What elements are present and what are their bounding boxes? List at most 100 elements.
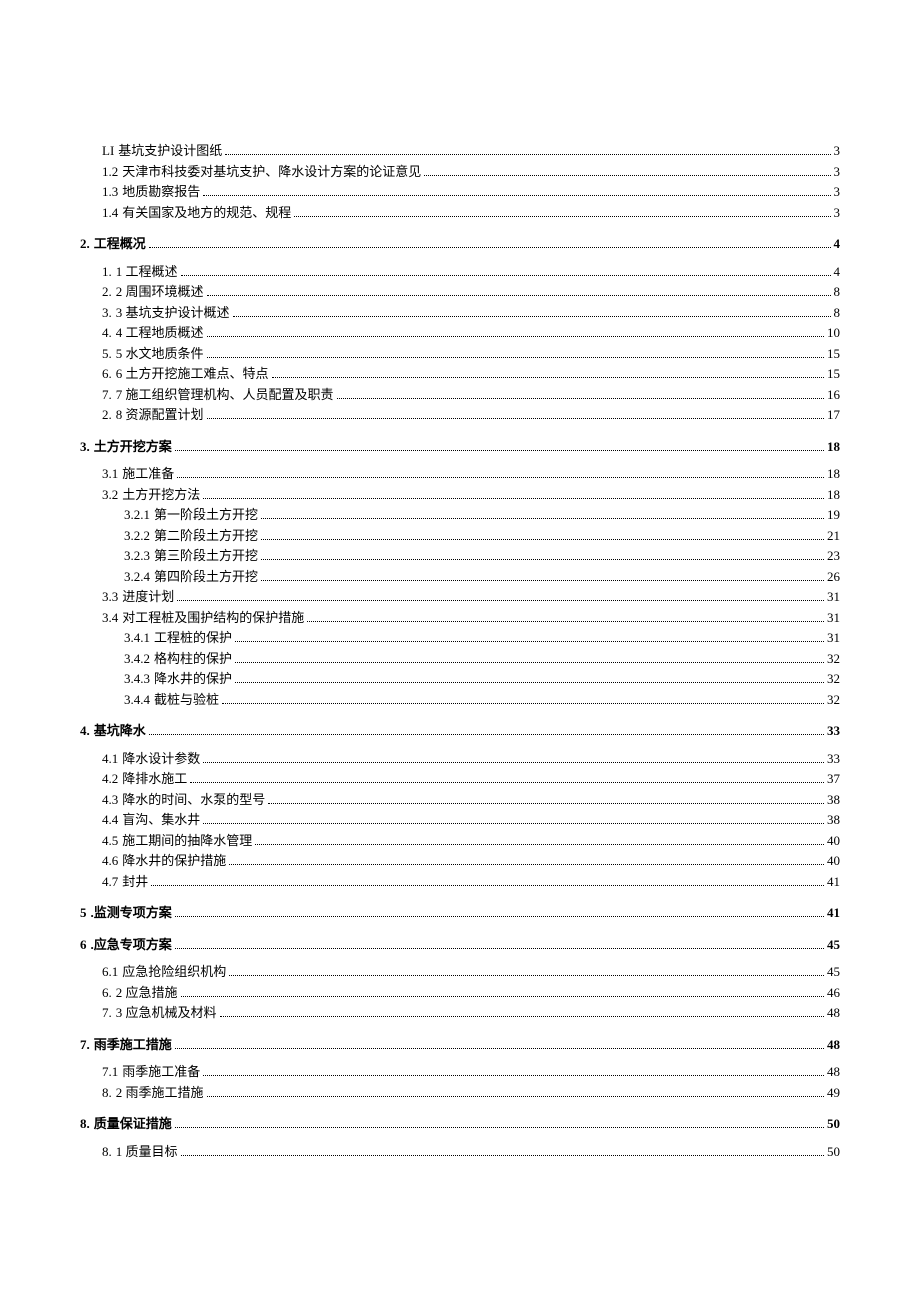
- toc-leader-dots: [190, 782, 824, 783]
- toc-number: 8.: [80, 1114, 90, 1134]
- toc-entry: 4.4 工程地质概述10: [80, 323, 840, 343]
- toc-leader-dots: [207, 357, 824, 358]
- toc-entry: 3.2土方开挖方法18: [80, 485, 840, 505]
- toc-entry: 4.1降水设计参数33: [80, 749, 840, 769]
- toc-page-number: 32: [827, 690, 840, 710]
- toc-label: 质量保证措施: [94, 1114, 172, 1134]
- toc-number: 6.: [102, 364, 112, 384]
- toc-entry: 3.2.3第三阶段土方开挖23: [80, 546, 840, 566]
- toc-label: 2 雨季施工措施: [116, 1083, 204, 1103]
- toc-entry: 8.1 质量目标50: [80, 1142, 840, 1162]
- toc-number: 5.: [102, 344, 112, 364]
- toc-leader-dots: [229, 975, 824, 976]
- toc-label: 3 应急机械及材料: [116, 1003, 217, 1023]
- toc-entry: 8.2 雨季施工措施49: [80, 1083, 840, 1103]
- toc-entry: 4.3降水的时间、水泵的型号38: [80, 790, 840, 810]
- toc-leader-dots: [235, 662, 824, 663]
- toc-number: 1.2: [102, 162, 118, 182]
- toc-page-number: 26: [827, 567, 840, 587]
- toc-entry: 2.工程概况4: [80, 234, 840, 254]
- toc-label: 雨季施工措施: [94, 1035, 172, 1055]
- toc-leader-dots: [229, 864, 824, 865]
- toc-leader-dots: [207, 418, 824, 419]
- toc-leader-dots: [181, 996, 824, 997]
- toc-number: 4.3: [102, 790, 118, 810]
- toc-number: 2.: [102, 282, 112, 302]
- toc-leader-dots: [181, 1155, 824, 1156]
- toc-page-number: 4: [834, 234, 841, 254]
- toc-entry: LI基坑支护设计图纸3: [80, 141, 840, 161]
- toc-entry: 3.1施工准备18: [80, 464, 840, 484]
- toc-page-number: 40: [827, 831, 840, 851]
- toc-number: 3.4.1: [124, 628, 150, 648]
- toc-entry: 4.7封井41: [80, 872, 840, 892]
- toc-number: 4.: [80, 721, 90, 741]
- toc-label: 雨季施工准备: [122, 1062, 200, 1082]
- toc-entry: 3.3进度计划31: [80, 587, 840, 607]
- toc-label: 3 基坑支护设计概述: [116, 303, 230, 323]
- toc-page-number: 31: [827, 628, 840, 648]
- toc-page-number: 32: [827, 649, 840, 669]
- toc-page-number: 18: [827, 485, 840, 505]
- toc-page-number: 48: [827, 1035, 840, 1055]
- toc-page-number: 41: [827, 903, 840, 923]
- toc-page-number: 31: [827, 587, 840, 607]
- toc-label: 盲沟、集水井: [122, 810, 200, 830]
- toc-label: 第二阶段土方开挖: [154, 526, 258, 546]
- toc-label: 降水井的保护: [154, 669, 232, 689]
- toc-label: 1 工程概述: [116, 262, 178, 282]
- toc-label: 有关国家及地方的规范、规程: [122, 203, 291, 223]
- toc-label: .监测专项方案: [91, 903, 172, 923]
- toc-entry: 3.2.1第一阶段土方开挖19: [80, 505, 840, 525]
- toc-page-number: 3: [834, 203, 841, 223]
- toc-number: 3.2.3: [124, 546, 150, 566]
- toc-leader-dots: [207, 295, 831, 296]
- toc-page-number: 38: [827, 790, 840, 810]
- toc-leader-dots: [203, 823, 824, 824]
- toc-entry: 3.4.3降水井的保护32: [80, 669, 840, 689]
- toc-entry: 6.应急专项方案45: [80, 935, 840, 955]
- toc-page-number: 17: [827, 405, 840, 425]
- toc-leader-dots: [203, 1075, 824, 1076]
- toc-number: 3.1: [102, 464, 118, 484]
- toc-leader-dots: [203, 195, 830, 196]
- toc-page-number: 8: [834, 282, 841, 302]
- toc-entry: 6.2 应急措施46: [80, 983, 840, 1003]
- toc-leader-dots: [151, 885, 824, 886]
- toc-entry: 8.质量保证措施50: [80, 1114, 840, 1134]
- toc-number: 8.: [102, 1083, 112, 1103]
- toc-page-number: 46: [827, 983, 840, 1003]
- toc-entry: 1.1 工程概述4: [80, 262, 840, 282]
- toc-number: 1.3: [102, 182, 118, 202]
- toc-label: 基坑降水: [94, 721, 146, 741]
- toc-page-number: 23: [827, 546, 840, 566]
- toc-leader-dots: [149, 734, 824, 735]
- toc-entry: 1.2天津市科技委对基坑支护、降水设计方案的论证意见3: [80, 162, 840, 182]
- toc-leader-dots: [337, 398, 824, 399]
- toc-leader-dots: [261, 580, 824, 581]
- toc-label: 地质勘察报告: [122, 182, 200, 202]
- toc-page-number: 31: [827, 608, 840, 628]
- toc-number: 3.: [102, 303, 112, 323]
- toc-number: 8.: [102, 1142, 112, 1162]
- toc-number: 3.4.4: [124, 690, 150, 710]
- toc-page-number: 15: [827, 364, 840, 384]
- toc-entry: 2.2 周围环境概述8: [80, 282, 840, 302]
- toc-number: 3.2.2: [124, 526, 150, 546]
- toc-entry: 7.雨季施工措施 48: [80, 1035, 840, 1055]
- toc-leader-dots: [203, 762, 824, 763]
- toc-leader-dots: [261, 518, 824, 519]
- toc-leader-dots: [294, 216, 830, 217]
- toc-number: 7.: [80, 1035, 90, 1055]
- toc-page-number: 33: [827, 749, 840, 769]
- toc-number: LI: [102, 141, 114, 161]
- toc-number: 4.1: [102, 749, 118, 769]
- toc-number: 3.2: [102, 485, 118, 505]
- toc-number: 4.6: [102, 851, 118, 871]
- toc-label: 降水井的保护措施: [122, 851, 226, 871]
- toc-number: 5: [80, 903, 87, 923]
- toc-leader-dots: [207, 336, 824, 337]
- toc-label: 4 工程地质概述: [116, 323, 204, 343]
- toc-page-number: 3: [834, 182, 841, 202]
- toc-entry: 3.3 基坑支护设计概述8: [80, 303, 840, 323]
